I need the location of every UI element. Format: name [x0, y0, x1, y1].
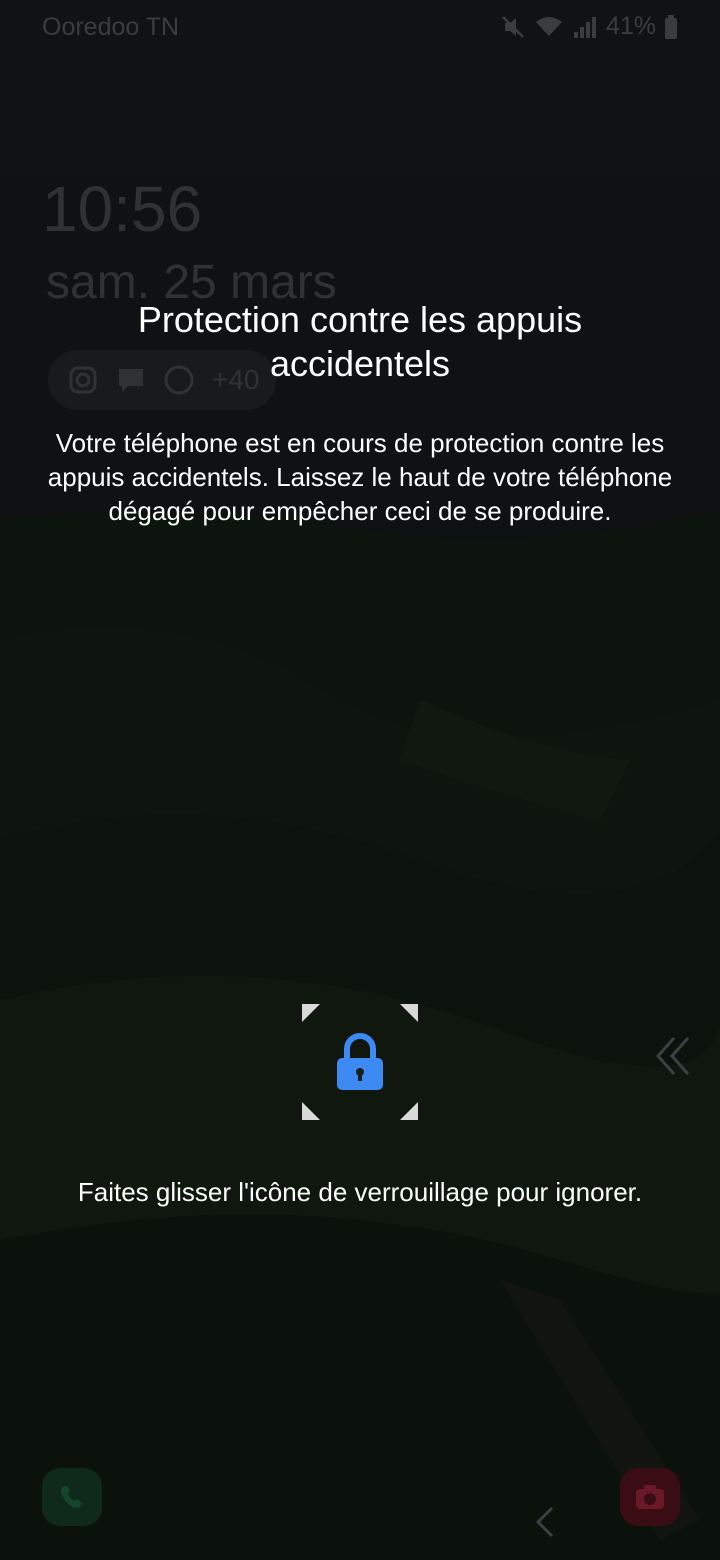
back-icon[interactable] — [534, 1504, 556, 1540]
status-icons: 41% — [500, 12, 678, 41]
protection-description: Votre téléphone est en cours de protecti… — [47, 428, 673, 526]
camera-shortcut[interactable] — [620, 1468, 680, 1526]
frame-corner — [400, 1004, 418, 1022]
battery-percent: 41% — [605, 12, 656, 40]
frame-corner — [302, 1102, 320, 1120]
carrier-name: Ooredoo TN — [42, 13, 180, 41]
dismiss-hint: Faites glisser l'icône de verrouillage p… — [77, 1177, 643, 1207]
phone-icon — [61, 1486, 82, 1508]
frame-corner — [400, 1102, 418, 1120]
mute-icon — [502, 15, 524, 38]
page-title: Protection contre les appuis accidentels — [137, 299, 583, 384]
signal-icon — [573, 16, 596, 38]
edge-panel-handle-icon[interactable] — [654, 1034, 694, 1078]
clock: 10:56 — [42, 173, 203, 245]
battery-icon — [665, 14, 677, 39]
lock-icon[interactable] — [335, 1032, 385, 1092]
status-bar: Ooredoo TN 41% — [0, 0, 720, 56]
phone-shortcut[interactable] — [42, 1468, 102, 1526]
lock-screen: Ooredoo TN 41% 10:56 sam. 25 mars +40 Pr… — [0, 0, 720, 1560]
wifi-icon — [535, 16, 562, 36]
camera-icon — [636, 1485, 664, 1509]
lock-drag-area[interactable] — [302, 1004, 418, 1120]
frame-corner — [302, 1004, 320, 1022]
